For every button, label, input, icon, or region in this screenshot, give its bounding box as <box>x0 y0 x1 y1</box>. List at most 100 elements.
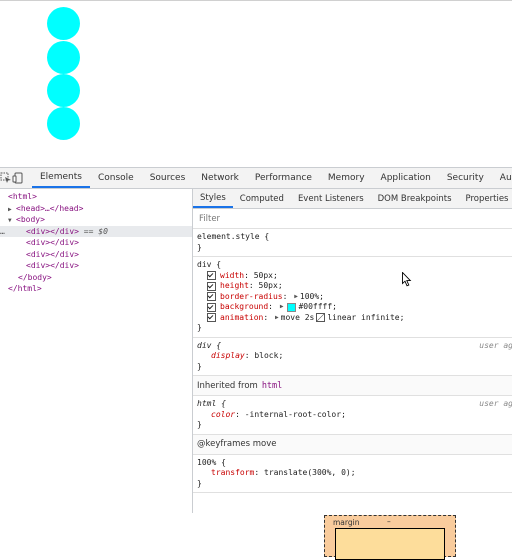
mouse-cursor-icon <box>402 271 412 291</box>
div-rule[interactable]: div { width: 50px; height: 50px; border-… <box>193 257 512 338</box>
property-value: -internal-root-color; <box>244 409 346 419</box>
declaration-animation[interactable]: animation: ▶ move 2s linear infinite; <box>197 313 509 324</box>
property-checkbox[interactable] <box>207 292 216 302</box>
tab-memory[interactable]: Memory <box>320 168 373 188</box>
filter-placeholder: Filter <box>199 213 221 224</box>
property-name: width <box>220 270 245 280</box>
property-name: display <box>211 351 245 360</box>
animated-circle <box>47 107 80 140</box>
property-checkbox[interactable] <box>207 271 216 281</box>
page-preview <box>0 0 512 168</box>
expand-triangle-icon[interactable]: ▶ <box>280 302 284 313</box>
rule-origin: user ag <box>479 340 512 350</box>
dom-node-text: </body> <box>18 272 52 282</box>
rule-close-brace: } <box>197 420 202 429</box>
expand-triangle-icon[interactable]: ▶ <box>275 313 279 324</box>
easing-editor-icon[interactable] <box>316 313 326 323</box>
rule-selector: div { <box>197 260 222 269</box>
rule-close-brace: } <box>197 242 202 252</box>
dom-node-text: <div></div> <box>26 249 79 259</box>
node-actions-icon[interactable]: … <box>0 226 5 238</box>
rule-origin: user ag <box>479 399 512 408</box>
rule-close-brace: } <box>197 323 202 332</box>
tab-audits[interactable]: Audits <box>492 168 512 188</box>
devtools-panel: Elements Console Sources Network Perform… <box>0 167 512 560</box>
html-rule: html { user ag color: -internal-root-col… <box>193 396 512 435</box>
rule-selector: 100% { <box>197 457 226 467</box>
declaration-border-radius[interactable]: border-radius: ▶ 100%; <box>197 292 509 303</box>
tab-event-listeners[interactable]: Event Listeners <box>291 189 371 208</box>
tab-computed[interactable]: Computed <box>233 189 291 208</box>
dom-node-html-close[interactable]: </html> <box>0 283 192 295</box>
tab-console[interactable]: Console <box>90 168 142 188</box>
dom-node-text: <div></div> <box>26 261 79 270</box>
property-checkbox[interactable] <box>207 302 216 312</box>
color-swatch-icon[interactable] <box>287 302 297 312</box>
property-name: color <box>211 409 236 419</box>
device-toggle-icon[interactable] <box>12 168 24 188</box>
box-model-diagram[interactable]: margin – <box>324 515 456 560</box>
property-name: height <box>220 281 249 290</box>
dom-node-text: <body> <box>16 215 45 224</box>
dom-node-text: <div></div> <box>26 238 79 247</box>
expand-triangle-icon[interactable]: ▶ <box>294 292 298 303</box>
styles-pane: Styles Computed Event Listeners DOM Brea… <box>192 189 512 560</box>
tab-network[interactable]: Network <box>193 168 247 188</box>
property-value: linear infinite; <box>327 312 405 322</box>
tab-application[interactable]: Application <box>373 168 439 188</box>
declaration-transform[interactable]: transform: translate(300%, 0); <box>197 468 509 479</box>
dom-node-body-close[interactable]: </body> <box>0 272 192 284</box>
property-name: animation <box>220 312 264 322</box>
property-name: border-radius <box>220 291 283 301</box>
rule-selector: html { <box>197 399 226 408</box>
keyframes-header: @keyframes move <box>193 434 512 455</box>
inherited-label: Inherited from <box>197 380 258 391</box>
margin-label: margin <box>333 518 360 527</box>
keyframe-rule[interactable]: 100% { transform: translate(300%, 0); } <box>193 455 512 493</box>
styles-filter-input[interactable]: Filter <box>193 209 512 229</box>
inspect-cursor-icon[interactable] <box>0 168 12 188</box>
rule-selector: element.style { <box>197 232 270 241</box>
dom-node-text: </html> <box>8 284 42 293</box>
animated-circle <box>47 74 80 107</box>
tab-properties[interactable]: Properties <box>459 189 512 208</box>
dom-node-div[interactable]: <div></div> <box>0 237 192 249</box>
declaration-background[interactable]: background: ▶ #00ffff; <box>197 302 509 313</box>
declaration-display: display: block; <box>211 351 284 360</box>
rule-selector: div { <box>197 340 222 350</box>
property-checkbox[interactable] <box>207 281 216 291</box>
animated-circle <box>47 41 80 74</box>
dom-node-text: <div></div> <box>26 226 79 236</box>
property-value: 100%; <box>299 291 324 301</box>
dom-node-div[interactable]: <div></div> <box>0 260 192 272</box>
property-value: move 2s <box>280 312 315 322</box>
dom-node-text: <html> <box>8 192 37 201</box>
property-checkbox[interactable] <box>207 313 216 323</box>
property-name: background <box>220 302 269 311</box>
ua-div-rule: div { user ag display: block; } <box>193 338 512 376</box>
tab-elements[interactable]: Elements <box>32 168 90 188</box>
tab-dom-breakpoints[interactable]: DOM Breakpoints <box>371 189 459 208</box>
property-value: translate(300%, 0); <box>264 468 356 477</box>
margin-value[interactable]: – <box>387 517 391 526</box>
property-value: block; <box>254 351 284 360</box>
property-value: #00ffff; <box>298 302 337 311</box>
tab-security[interactable]: Security <box>439 168 492 188</box>
declaration-height[interactable]: height: 50px; <box>197 281 509 292</box>
dom-node-html[interactable]: <html> <box>0 191 192 203</box>
dom-node-div[interactable]: <div></div> <box>0 249 192 261</box>
element-style-rule[interactable]: element.style { } <box>193 229 512 257</box>
tab-performance[interactable]: Performance <box>247 168 320 188</box>
rule-close-brace: } <box>197 478 202 488</box>
tab-sources[interactable]: Sources <box>142 168 194 188</box>
selected-node-marker: == $0 <box>78 226 108 236</box>
dom-node-head[interactable]: ▶ <head>…</head> <box>0 203 192 215</box>
dom-node-body[interactable]: ▼ <body> <box>0 214 192 226</box>
dom-tree: <html> ▶ <head>…</head> ▼ <body> … <div></d… <box>0 189 192 513</box>
tab-styles[interactable]: Styles <box>193 189 233 208</box>
dom-node-div-selected[interactable]: … <div></div> == $0 <box>0 225 192 238</box>
declaration-width[interactable]: width: 50px; <box>197 271 509 282</box>
animated-circle <box>47 7 80 40</box>
border-box <box>335 528 445 560</box>
inherited-tag-link[interactable]: html <box>262 381 282 391</box>
